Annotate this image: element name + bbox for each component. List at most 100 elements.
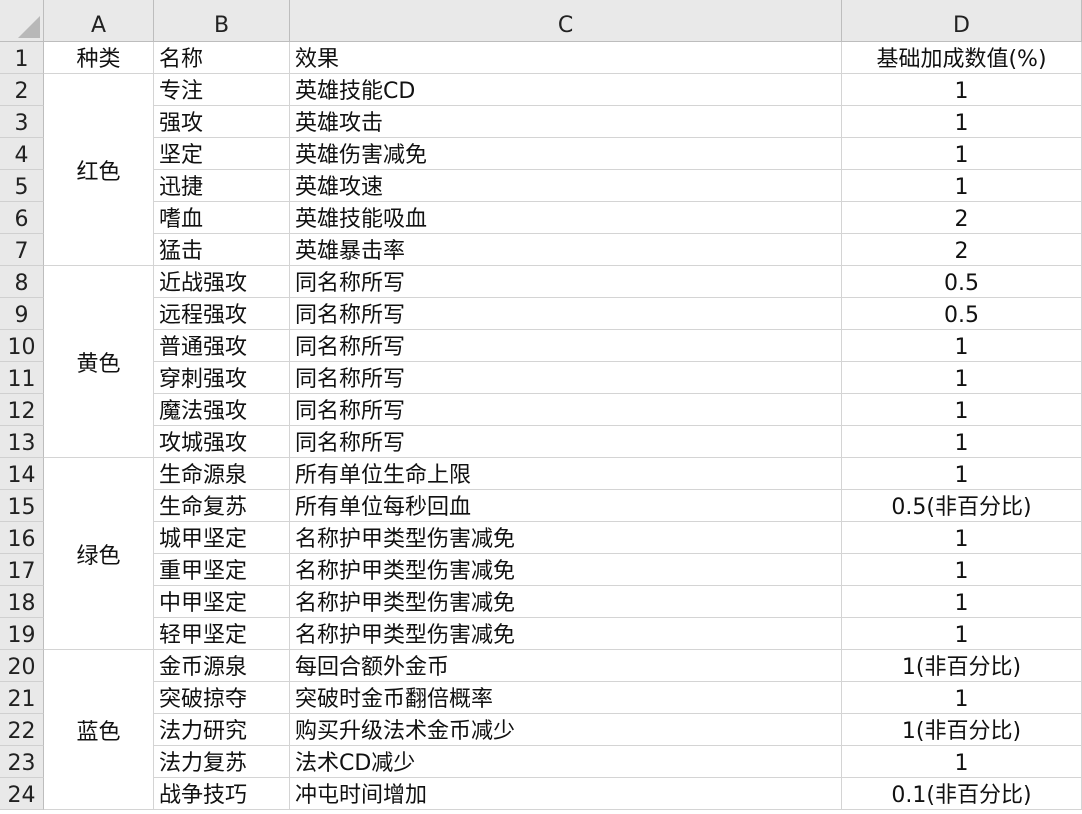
row-header[interactable]: 23 — [0, 746, 44, 778]
cell-value[interactable]: 1 — [842, 746, 1082, 778]
cell-value[interactable]: 1 — [842, 394, 1082, 426]
row-header[interactable]: 22 — [0, 714, 44, 746]
cell-value[interactable]: 1 — [842, 138, 1082, 170]
cell-name[interactable]: 迅捷 — [154, 170, 290, 202]
cell-effect[interactable]: 同名称所写 — [290, 394, 842, 426]
row-header[interactable]: 9 — [0, 298, 44, 330]
cell-value[interactable]: 1 — [842, 362, 1082, 394]
cell-header-b[interactable]: 名称 — [154, 42, 290, 74]
row-header[interactable]: 4 — [0, 138, 44, 170]
cell-value[interactable]: 2 — [842, 234, 1082, 266]
cell-value[interactable]: 1 — [842, 554, 1082, 586]
cell-name[interactable]: 生命复苏 — [154, 490, 290, 522]
row-header[interactable]: 19 — [0, 618, 44, 650]
cell-value[interactable]: 0.1(非百分比) — [842, 778, 1082, 810]
row-header[interactable]: 14 — [0, 458, 44, 490]
cell-value[interactable]: 1 — [842, 106, 1082, 138]
row-header[interactable]: 2 — [0, 74, 44, 106]
row-header[interactable]: 16 — [0, 522, 44, 554]
cell-value[interactable]: 1 — [842, 586, 1082, 618]
cell-name[interactable]: 普通强攻 — [154, 330, 290, 362]
cell-effect[interactable]: 所有单位生命上限 — [290, 458, 842, 490]
cell-effect[interactable]: 突破时金币翻倍概率 — [290, 682, 842, 714]
row-header[interactable]: 3 — [0, 106, 44, 138]
cell-effect[interactable]: 同名称所写 — [290, 298, 842, 330]
cell-effect[interactable]: 同名称所写 — [290, 426, 842, 458]
cell-value[interactable]: 1 — [842, 458, 1082, 490]
cell-name[interactable]: 轻甲坚定 — [154, 618, 290, 650]
cell-name[interactable]: 城甲坚定 — [154, 522, 290, 554]
cell-value[interactable]: 0.5(非百分比) — [842, 490, 1082, 522]
cell-name[interactable]: 近战强攻 — [154, 266, 290, 298]
cell-effect[interactable]: 购买升级法术金币减少 — [290, 714, 842, 746]
cell-value[interactable]: 2 — [842, 202, 1082, 234]
cell-name[interactable]: 战争技巧 — [154, 778, 290, 810]
cell-name[interactable]: 重甲坚定 — [154, 554, 290, 586]
cell-effect[interactable]: 英雄攻速 — [290, 170, 842, 202]
cell-header-a[interactable]: 种类 — [44, 42, 154, 74]
cell-effect[interactable]: 冲屯时间增加 — [290, 778, 842, 810]
cell-name[interactable]: 魔法强攻 — [154, 394, 290, 426]
cell-effect[interactable]: 英雄暴击率 — [290, 234, 842, 266]
cell-effect[interactable]: 名称护甲类型伤害减免 — [290, 618, 842, 650]
cell-name[interactable]: 嗜血 — [154, 202, 290, 234]
cell-value[interactable]: 1 — [842, 682, 1082, 714]
cell-name[interactable]: 远程强攻 — [154, 298, 290, 330]
cell-name[interactable]: 金币源泉 — [154, 650, 290, 682]
row-header[interactable]: 24 — [0, 778, 44, 810]
row-header[interactable]: 8 — [0, 266, 44, 298]
row-header[interactable]: 6 — [0, 202, 44, 234]
cell-effect[interactable]: 英雄技能CD — [290, 74, 842, 106]
cell-name[interactable]: 强攻 — [154, 106, 290, 138]
cell-value[interactable]: 1 — [842, 426, 1082, 458]
cell-name[interactable]: 生命源泉 — [154, 458, 290, 490]
cell-name[interactable]: 穿刺强攻 — [154, 362, 290, 394]
cell-value[interactable]: 1(非百分比) — [842, 650, 1082, 682]
row-header[interactable]: 7 — [0, 234, 44, 266]
row-header[interactable]: 13 — [0, 426, 44, 458]
cell-name[interactable]: 中甲坚定 — [154, 586, 290, 618]
cell-effect[interactable]: 名称护甲类型伤害减免 — [290, 586, 842, 618]
row-header[interactable]: 15 — [0, 490, 44, 522]
row-header[interactable]: 11 — [0, 362, 44, 394]
cell-effect[interactable]: 名称护甲类型伤害减免 — [290, 554, 842, 586]
row-header[interactable]: 17 — [0, 554, 44, 586]
cell-name[interactable]: 猛击 — [154, 234, 290, 266]
cell-category-merged[interactable]: 绿色 — [44, 458, 154, 650]
cell-name[interactable]: 法力研究 — [154, 714, 290, 746]
cell-effect[interactable]: 所有单位每秒回血 — [290, 490, 842, 522]
cell-value[interactable]: 1 — [842, 618, 1082, 650]
row-header[interactable]: 20 — [0, 650, 44, 682]
cell-value[interactable]: 0.5 — [842, 266, 1082, 298]
row-header[interactable]: 10 — [0, 330, 44, 362]
cell-value[interactable]: 1 — [842, 522, 1082, 554]
cell-effect[interactable]: 同名称所写 — [290, 266, 842, 298]
cell-value[interactable]: 1(非百分比) — [842, 714, 1082, 746]
cell-effect[interactable]: 英雄伤害减免 — [290, 138, 842, 170]
select-all-corner[interactable] — [0, 0, 44, 42]
cell-category-merged[interactable]: 蓝色 — [44, 650, 154, 810]
column-header-b[interactable]: B — [154, 0, 290, 42]
cell-category-merged[interactable]: 黄色 — [44, 266, 154, 458]
cell-category-merged[interactable]: 红色 — [44, 74, 154, 266]
row-header[interactable]: 21 — [0, 682, 44, 714]
cell-effect[interactable]: 英雄攻击 — [290, 106, 842, 138]
cell-value[interactable]: 1 — [842, 170, 1082, 202]
cell-value[interactable]: 1 — [842, 74, 1082, 106]
cell-effect[interactable]: 同名称所写 — [290, 362, 842, 394]
cell-value[interactable]: 0.5 — [842, 298, 1082, 330]
column-header-c[interactable]: C — [290, 0, 842, 42]
column-header-d[interactable]: D — [842, 0, 1082, 42]
cell-effect[interactable]: 法术CD减少 — [290, 746, 842, 778]
cell-value[interactable]: 1 — [842, 330, 1082, 362]
cell-name[interactable]: 突破掠夺 — [154, 682, 290, 714]
cell-name[interactable]: 法力复苏 — [154, 746, 290, 778]
cell-header-c[interactable]: 效果 — [290, 42, 842, 74]
row-header[interactable]: 5 — [0, 170, 44, 202]
cell-name[interactable]: 攻城强攻 — [154, 426, 290, 458]
column-header-a[interactable]: A — [44, 0, 154, 42]
row-header[interactable]: 18 — [0, 586, 44, 618]
cell-header-d[interactable]: 基础加成数值(%) — [842, 42, 1082, 74]
cell-effect[interactable]: 同名称所写 — [290, 330, 842, 362]
cell-effect[interactable]: 名称护甲类型伤害减免 — [290, 522, 842, 554]
